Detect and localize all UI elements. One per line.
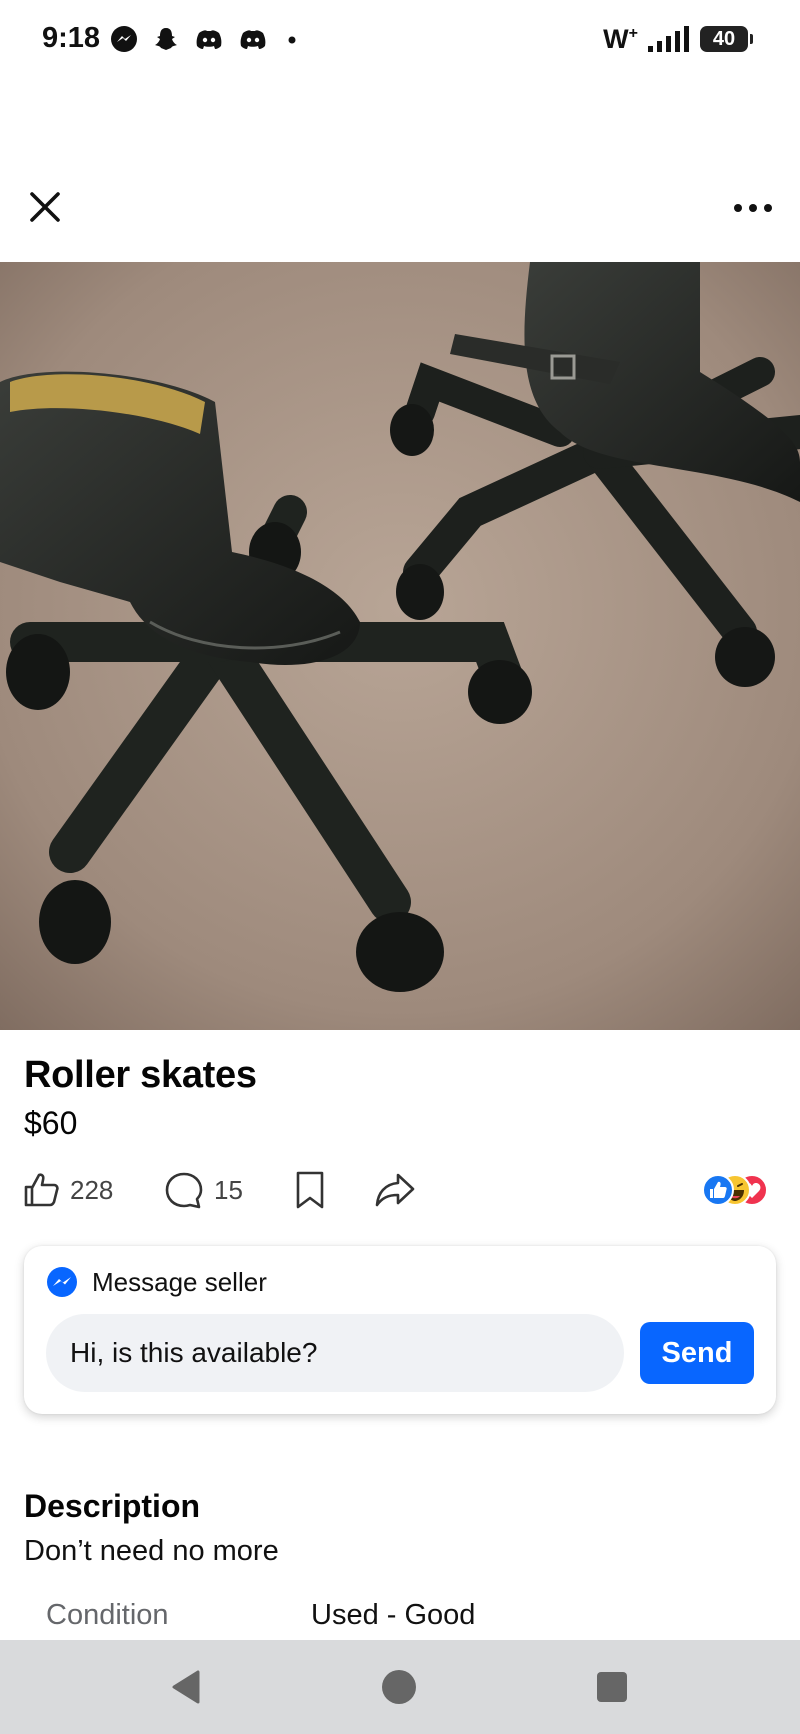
status-right: W+ 40 [603, 22, 753, 56]
save-button[interactable] [294, 1168, 326, 1212]
status-time: 9:18 [42, 22, 101, 54]
message-seller-card: Message seller Hi, is this available? Se… [24, 1246, 776, 1414]
description-heading: Description [24, 1488, 201, 1524]
battery-level: 40 [712, 27, 736, 50]
listing-photo-image [0, 262, 800, 1030]
back-icon[interactable] [166, 1666, 208, 1708]
network-type: W+ [603, 23, 638, 54]
more-options-icon[interactable] [728, 196, 778, 220]
send-button[interactable]: Send [640, 1322, 754, 1384]
close-icon[interactable] [22, 184, 68, 230]
comment-count: 15 [214, 1174, 243, 1205]
message-seller-header: Message seller [46, 1266, 267, 1298]
discord-icon [196, 30, 222, 49]
like-icon [24, 1173, 59, 1207]
comment-button[interactable]: 15 [164, 1168, 243, 1212]
condition-value: Used - Good [311, 1599, 476, 1631]
comment-icon [165, 1172, 203, 1209]
message-input[interactable]: Hi, is this available? [46, 1314, 624, 1392]
description-text: Don’t need no more [24, 1535, 279, 1567]
action-bar: 228 15 [22, 1168, 778, 1212]
like-reaction-icon [702, 1174, 734, 1206]
signal-icon [648, 26, 689, 52]
discord-icon [240, 30, 266, 49]
android-navigation-bar [0, 1640, 800, 1734]
listing-title: Roller skates [24, 1054, 257, 1096]
battery-icon: 40 [700, 26, 753, 52]
messenger-icon [111, 26, 137, 52]
message-seller-label: Message seller [92, 1266, 267, 1297]
share-button[interactable] [374, 1168, 416, 1212]
like-count: 228 [70, 1174, 114, 1205]
recents-icon[interactable] [591, 1666, 633, 1708]
status-bar: 9:18 W+ 40 [0, 0, 800, 80]
messenger-icon [47, 1267, 77, 1297]
reactions-summary[interactable] [702, 1172, 768, 1208]
share-icon [375, 1173, 415, 1207]
condition-label: Condition [46, 1599, 169, 1631]
snapchat-icon [155, 28, 177, 50]
like-button[interactable]: 228 [22, 1168, 113, 1212]
listing-price: $60 [24, 1105, 78, 1141]
bookmark-icon [296, 1171, 324, 1209]
listing-photo[interactable] [0, 262, 800, 1030]
home-icon[interactable] [378, 1666, 420, 1708]
dot-icon [288, 36, 296, 44]
message-input-text: Hi, is this available? [70, 1337, 318, 1368]
